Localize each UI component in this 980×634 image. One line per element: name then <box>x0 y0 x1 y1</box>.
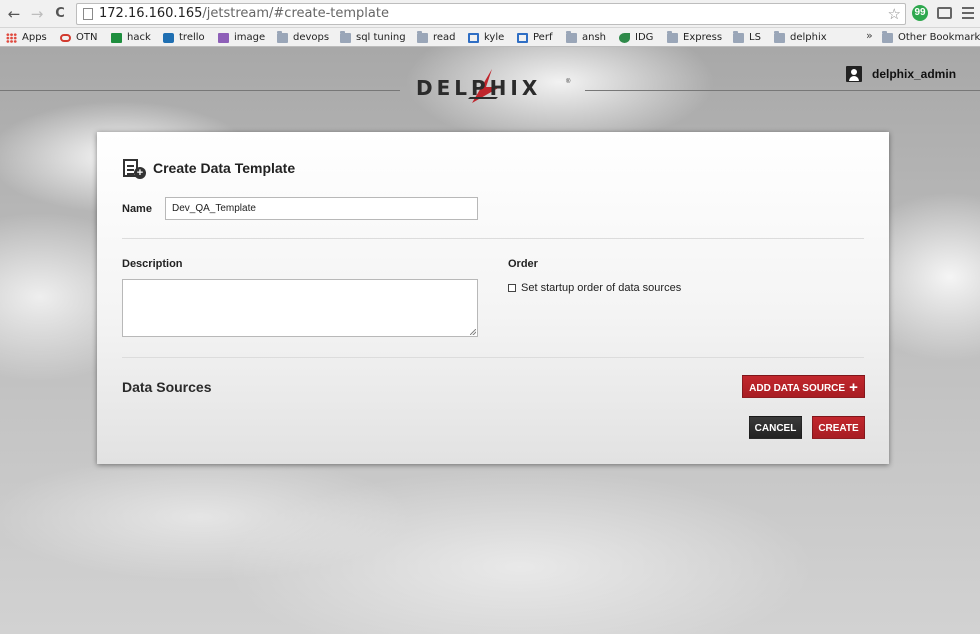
bookmark-ls[interactable]: LS <box>733 30 761 45</box>
bookmark-label: IDG <box>635 32 654 43</box>
back-icon[interactable]: ← <box>5 5 23 23</box>
browser-toolbar: ← → C 172.16.160.165/jetstream/#create-t… <box>0 0 980 28</box>
bookmark-idg[interactable]: IDG <box>619 30 653 45</box>
bookmark-label: hack <box>127 32 151 43</box>
page-icon <box>468 32 479 43</box>
resize-handle-icon[interactable] <box>470 329 476 335</box>
dialog-title: Create Data Template <box>153 160 296 176</box>
logo-text: DELPHIX <box>416 76 542 100</box>
bookmark-label: Apps <box>22 32 47 43</box>
create-data-template-dialog: + Create Data Template Name Description … <box>97 132 889 464</box>
bookmark-label: Perf <box>533 32 553 43</box>
app-background: DELPHIX ® delphix_admin + Create Data Te… <box>0 47 980 634</box>
menu-icon[interactable] <box>962 7 974 19</box>
folder-icon <box>667 30 678 43</box>
name-label: Name <box>122 203 152 215</box>
logo-trademark: ® <box>566 79 571 85</box>
user-icon[interactable] <box>846 66 862 82</box>
hangouts-extension-icon[interactable]: 99 <box>912 5 928 21</box>
header-divider-left <box>0 90 400 91</box>
bookmark-label: trello <box>179 32 205 43</box>
description-label: Description <box>122 258 183 270</box>
bookmark-label: OTN <box>76 32 98 43</box>
folder-icon <box>882 30 893 43</box>
add-data-source-label: ADD DATA SOURCE <box>749 383 846 394</box>
user-name[interactable]: delphix_admin <box>872 67 956 81</box>
image-icon <box>218 32 229 43</box>
bookmark-ansh[interactable]: ansh <box>566 30 606 45</box>
bookmark-label: devops <box>293 32 330 43</box>
bookmark-sql-tuning[interactable]: sql tuning <box>340 30 406 45</box>
more-bookmarks-icon[interactable]: » <box>866 29 873 42</box>
reload-icon[interactable]: C <box>51 5 69 23</box>
bookmark-devops[interactable]: devops <box>277 30 329 45</box>
bookmark-otn[interactable]: OTN <box>60 30 97 45</box>
cancel-button[interactable]: CANCEL <box>749 416 802 439</box>
header-divider-right <box>585 90 980 91</box>
bookmark-star-icon[interactable]: ☆ <box>888 5 901 23</box>
folder-icon <box>340 30 351 43</box>
bookmark-label: kyle <box>484 32 505 43</box>
apps-icon <box>6 32 17 43</box>
sheet-icon <box>111 32 122 43</box>
add-data-source-button[interactable]: ADD DATA SOURCE + <box>742 375 865 398</box>
bookmark-label: LS <box>749 32 761 43</box>
idg-icon <box>619 32 630 43</box>
page-icon <box>83 8 93 20</box>
bookmark-delphix[interactable]: delphix <box>774 30 827 45</box>
bookmark-perf[interactable]: Perf <box>517 30 552 45</box>
trello-icon <box>163 32 174 43</box>
folder-icon <box>774 30 785 43</box>
bookmarks-bar: Apps OTN hack trello image devops sql tu… <box>0 28 980 47</box>
delphix-logo[interactable]: DELPHIX ® <box>410 69 590 105</box>
url-path: /jetstream/#create-template <box>202 6 389 21</box>
bookmark-kyle[interactable]: kyle <box>468 30 504 45</box>
folder-icon <box>417 30 428 43</box>
order-label: Order <box>508 258 538 270</box>
data-sources-title: Data Sources <box>122 379 212 395</box>
create-button[interactable]: CREATE <box>812 416 865 439</box>
page-icon <box>517 32 528 43</box>
startup-order-checkbox[interactable] <box>508 284 516 292</box>
url-host: 172.16.160.165 <box>99 6 203 21</box>
bookmark-label: read <box>433 32 456 43</box>
bookmark-label: Express <box>683 32 723 43</box>
url-text[interactable]: 172.16.160.165/jetstream/#create-templat… <box>99 6 389 22</box>
folder-icon <box>566 30 577 43</box>
folder-icon <box>277 30 288 43</box>
divider <box>122 238 864 239</box>
folder-icon <box>733 30 744 43</box>
cast-icon[interactable] <box>937 7 952 19</box>
bookmark-express[interactable]: Express <box>667 30 722 45</box>
bookmark-label: image <box>234 32 266 43</box>
description-textarea[interactable] <box>122 279 478 337</box>
address-bar[interactable]: 172.16.160.165/jetstream/#create-templat… <box>76 3 906 25</box>
bookmark-label: delphix <box>790 32 827 43</box>
bookmark-image[interactable]: image <box>218 30 265 45</box>
name-input[interactable] <box>165 197 478 220</box>
bookmark-label: sql tuning <box>356 32 406 43</box>
bookmark-trello[interactable]: trello <box>163 30 205 45</box>
divider <box>122 357 864 358</box>
bookmark-label: ansh <box>582 32 607 43</box>
bookmark-label: Other Bookmarks <box>898 32 980 43</box>
otn-icon <box>60 33 71 42</box>
plus-icon: + <box>849 379 858 396</box>
startup-order-label[interactable]: Set startup order of data sources <box>521 282 681 294</box>
forward-icon[interactable]: → <box>28 5 46 23</box>
create-template-icon: + <box>123 159 146 179</box>
bookmark-read[interactable]: read <box>417 30 456 45</box>
bookmark-hack[interactable]: hack <box>111 30 151 45</box>
bookmark-apps[interactable]: Apps <box>6 30 47 45</box>
bookmark-other-bookmarks[interactable]: Other Bookmarks <box>882 30 980 45</box>
